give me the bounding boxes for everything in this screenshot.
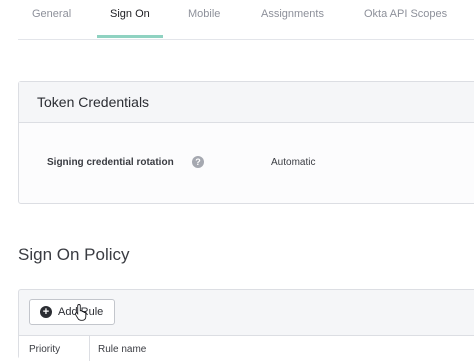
help-icon[interactable]: ?: [192, 156, 204, 168]
add-rule-label: Add Rule: [58, 306, 104, 318]
tab-bar: General Sign On Mobile Assignments Okta …: [18, 0, 474, 40]
column-divider: [89, 336, 90, 361]
tab-sign-on[interactable]: Sign On: [97, 8, 163, 38]
sign-on-policy-panel: + Add Rule Priority Rule name: [18, 289, 474, 361]
tab-okta-api-scopes[interactable]: Okta API Scopes: [364, 8, 447, 38]
tab-mobile[interactable]: Mobile: [188, 8, 220, 38]
token-credentials-panel: Token Credentials Signing credential rot…: [18, 81, 474, 204]
plus-circle-icon: +: [40, 306, 52, 318]
tab-general[interactable]: General: [32, 8, 71, 38]
signing-credential-rotation-value: Automatic: [271, 157, 316, 168]
panel-title: Token Credentials: [37, 94, 150, 110]
sign-on-policy-title: Sign On Policy: [18, 245, 130, 264]
tab-assignments[interactable]: Assignments: [261, 8, 324, 38]
signing-credential-rotation-label: Signing credential rotation: [47, 157, 174, 168]
panel-header: Token Credentials: [19, 82, 474, 123]
rules-table-header: Priority Rule name: [19, 335, 474, 361]
add-rule-button[interactable]: + Add Rule: [29, 299, 115, 325]
